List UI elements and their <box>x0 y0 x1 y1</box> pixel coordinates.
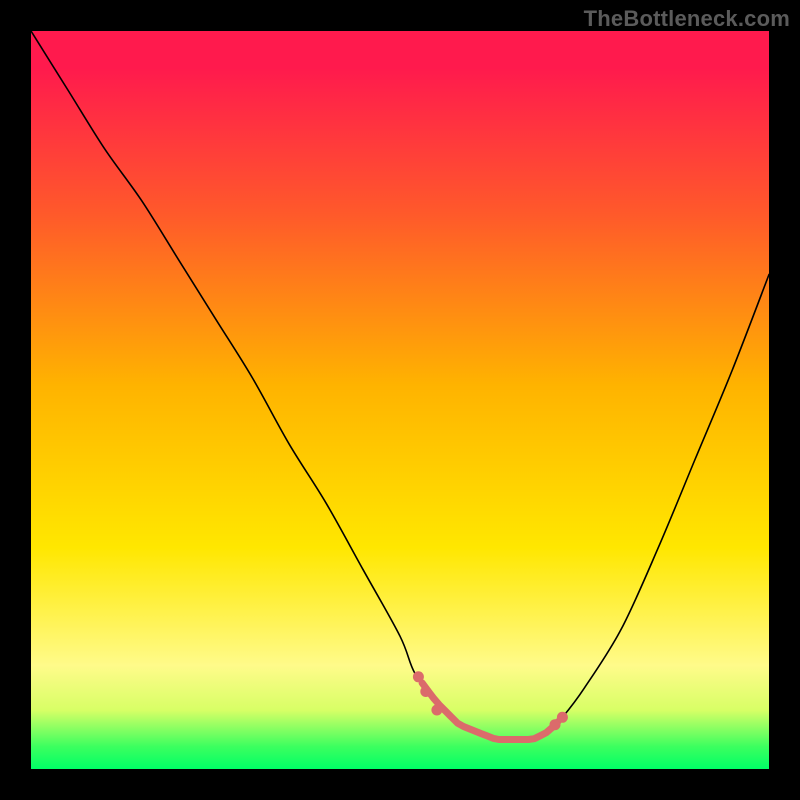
bottleneck-chart <box>31 31 769 769</box>
chart-frame: TheBottleneck.com <box>0 0 800 800</box>
sweet-spot-dot <box>420 686 431 697</box>
sweet-spot-dot <box>431 705 442 716</box>
sweet-spot-dot <box>413 671 424 682</box>
watermark-text: TheBottleneck.com <box>584 6 790 32</box>
sweet-spot-dot <box>557 712 568 723</box>
plot-background <box>31 31 769 769</box>
